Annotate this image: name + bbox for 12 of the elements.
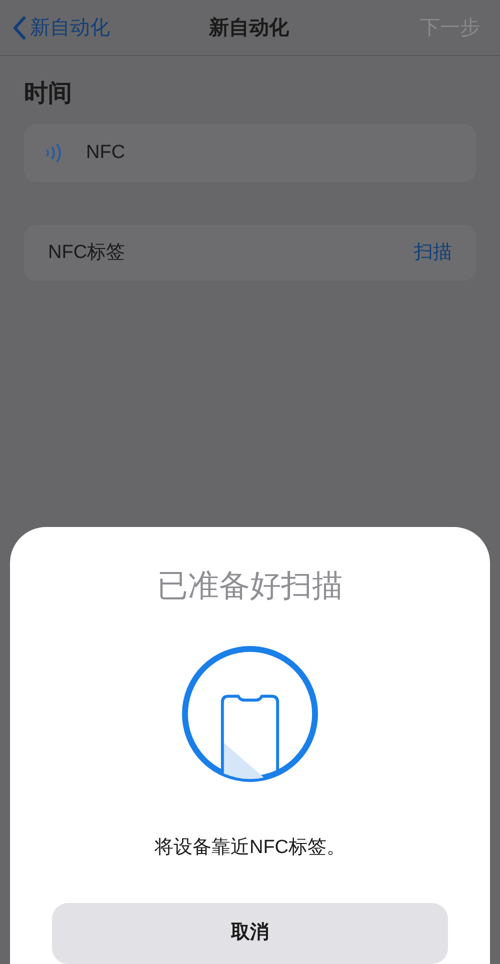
- tag-label: NFC标签: [48, 240, 126, 265]
- sheet-title: 已准备好扫描: [157, 567, 343, 605]
- nfc-icon: [44, 141, 62, 165]
- trigger-label: NFC: [86, 140, 126, 165]
- cancel-button[interactable]: 取消: [52, 902, 448, 964]
- sheet-message: 将设备靠近NFC标签。: [154, 836, 346, 860]
- nav-title: 新自动化: [209, 16, 289, 40]
- trigger-card[interactable]: NFC: [24, 124, 476, 182]
- back-button[interactable]: 新自动化: [12, 12, 110, 42]
- section-heading: 时间: [24, 79, 73, 109]
- back-icon: [12, 16, 26, 40]
- scan-button[interactable]: 扫描: [414, 238, 452, 268]
